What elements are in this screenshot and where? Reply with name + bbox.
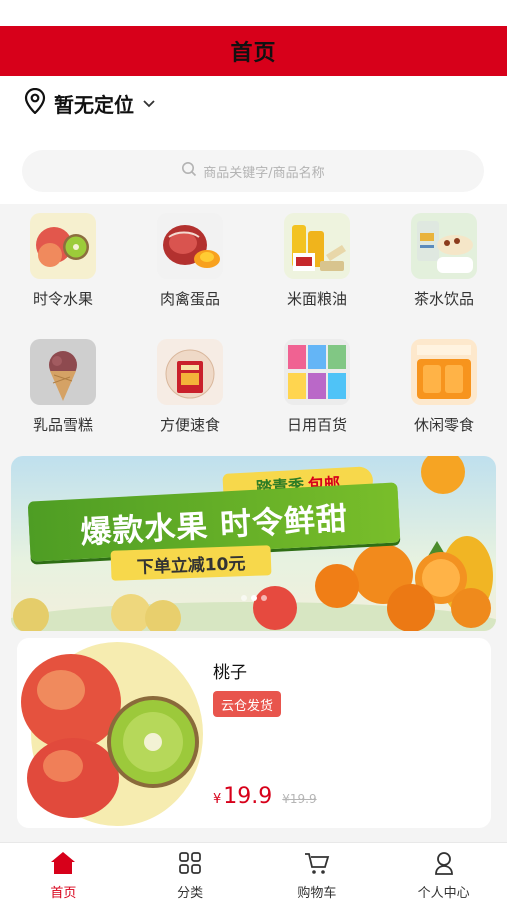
category-grid-icon xyxy=(178,851,202,879)
category-item-tea-drink[interactable]: 茶水饮品 xyxy=(389,213,499,309)
category-item-snack[interactable]: 休闲零食 xyxy=(389,339,499,435)
price-original: ¥19.9 xyxy=(282,792,317,806)
daily-goods-image xyxy=(284,339,350,405)
home-icon xyxy=(50,851,76,879)
user-icon xyxy=(433,851,455,879)
promo-headline: 爆款水果 时令鲜甜 xyxy=(79,500,349,551)
category-label: 乳品雪糕 xyxy=(32,416,93,434)
price-value: 19.9 xyxy=(223,784,273,809)
product-image xyxy=(17,638,207,828)
page-title: 首页 xyxy=(230,41,277,66)
category-label: 肉禽蛋品 xyxy=(159,290,220,308)
category-label: 休闲零食 xyxy=(413,416,474,434)
tab-category[interactable]: 分类 xyxy=(127,843,254,900)
location-label: 暂无定位 xyxy=(54,92,134,117)
tea-drink-image xyxy=(411,213,477,279)
status-bar xyxy=(0,0,507,26)
product-tag: 云仓发货 xyxy=(213,691,282,717)
category-item-instant-food[interactable]: 方便速食 xyxy=(135,339,245,435)
meat-egg-image xyxy=(157,213,223,279)
carousel-dot[interactable] xyxy=(260,595,267,601)
price-row: ¥19.9 ¥19.9 xyxy=(213,784,317,809)
chevron-down-icon xyxy=(142,94,156,113)
promo-banner[interactable]: 踏青季 包邮 爆款水果 时令鲜甜 下单立减10元 xyxy=(11,456,496,631)
location-pin-icon xyxy=(24,87,46,118)
promo-subline-strip: 下单立减10元 xyxy=(110,545,272,581)
product-name: 桃子 xyxy=(213,663,247,683)
tab-label: 首页 xyxy=(50,886,77,900)
tab-label: 分类 xyxy=(177,886,204,900)
category-label: 日用百货 xyxy=(286,416,347,434)
price-current: ¥19.9 xyxy=(213,784,272,809)
category-item-ice-cream[interactable]: 乳品雪糕 xyxy=(8,339,118,435)
bottom-tab-bar: 首页 分类 购物车 个人中心 xyxy=(0,842,507,900)
category-item-grain-oil[interactable]: 米面粮油 xyxy=(262,213,372,309)
category-label: 时令水果 xyxy=(32,290,93,308)
category-label: 茶水饮品 xyxy=(413,290,474,308)
search-placeholder: 商品关键字/商品名称 xyxy=(203,165,325,181)
category-item-fruit[interactable]: 时令水果 xyxy=(8,213,118,309)
grain-oil-image xyxy=(284,213,350,279)
carousel-dot-active[interactable] xyxy=(250,595,257,601)
promo-subline: 下单立减10元 xyxy=(136,553,246,578)
carousel-indicator xyxy=(11,595,496,601)
location-selector[interactable]: 暂无定位 xyxy=(24,87,156,118)
category-item-daily-goods[interactable]: 日用百货 xyxy=(262,339,372,435)
cart-icon xyxy=(304,851,330,879)
fruit-image xyxy=(30,213,96,279)
tab-profile[interactable]: 个人中心 xyxy=(380,843,507,900)
tab-label: 个人中心 xyxy=(417,886,470,900)
snack-image xyxy=(411,339,477,405)
search-icon xyxy=(181,161,197,181)
currency-symbol: ¥ xyxy=(213,792,222,807)
search-input[interactable]: 商品关键字/商品名称 xyxy=(22,150,484,192)
instant-food-image xyxy=(157,339,223,405)
category-label: 米面粮油 xyxy=(286,290,347,308)
category-grid: 时令水果 肉禽蛋品 米面粮油 茶水饮品 乳品雪糕 方便速食 日用百货 休闲零食 xyxy=(0,205,507,450)
product-card[interactable]: 桃子 云仓发货 ¥19.9 ¥19.9 xyxy=(17,638,491,828)
tab-label: 购物车 xyxy=(297,886,337,900)
ice-cream-image xyxy=(30,339,96,405)
category-item-meat-egg[interactable]: 肉禽蛋品 xyxy=(135,213,245,309)
navigation-bar: 首页 xyxy=(0,26,507,76)
tab-cart[interactable]: 购物车 xyxy=(254,843,381,900)
carousel-dot[interactable] xyxy=(240,595,247,601)
category-label: 方便速食 xyxy=(159,416,220,434)
tab-home[interactable]: 首页 xyxy=(0,843,127,900)
